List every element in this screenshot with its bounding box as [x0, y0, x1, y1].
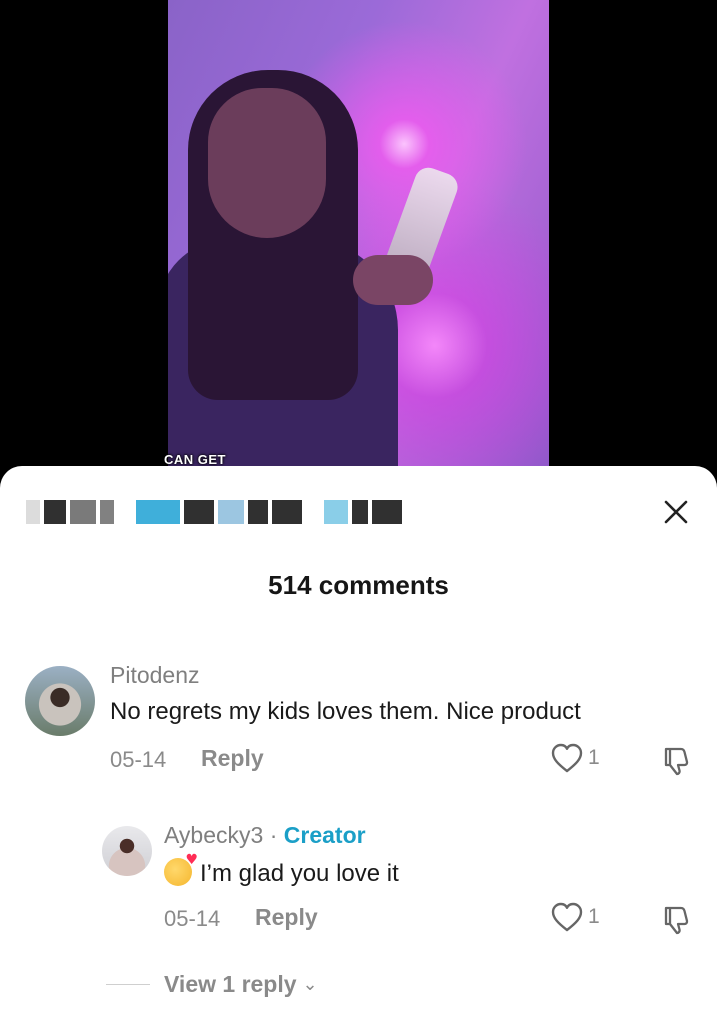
pixel-block	[184, 500, 214, 524]
pixelated-header-strip	[26, 496, 402, 528]
heart-icon	[551, 902, 583, 932]
reply-button[interactable]: Reply	[201, 745, 264, 772]
thumbs-down-icon	[664, 747, 689, 776]
reply-text-line: I’m glad you love it	[164, 852, 399, 888]
creator-badge: Creator	[283, 822, 366, 848]
username-separator: ·	[263, 822, 284, 848]
avatar[interactable]	[25, 666, 95, 736]
avatar[interactable]	[102, 826, 152, 876]
comment-date: 05-14	[110, 747, 167, 772]
pixel-block	[100, 500, 114, 524]
pixel-block	[44, 500, 66, 524]
like-button[interactable]: 1	[550, 901, 600, 933]
pixel-block	[70, 500, 96, 524]
view-replies-label: View 1 reply	[164, 971, 297, 997]
close-icon	[664, 500, 688, 524]
pixel-block	[248, 500, 268, 524]
video-area[interactable]: CAN GET JUST	[0, 0, 717, 482]
pixel-block	[272, 500, 302, 524]
comments-count: 514 comments	[268, 570, 449, 600]
chevron-down-icon: ⌄	[302, 974, 318, 995]
thumbs-down-icon	[664, 906, 689, 935]
dislike-button[interactable]	[659, 743, 693, 777]
comments-sheet: 514 comments Pitodenz No regrets my kids…	[0, 466, 717, 1024]
reply-username-line: Aybecky3 · Creator	[164, 822, 366, 849]
smiling-face-with-hearts-icon	[164, 852, 198, 886]
pixel-block	[26, 500, 40, 524]
heart-icon	[551, 743, 583, 773]
sheet-header	[0, 466, 717, 561]
person-hand	[353, 255, 433, 305]
reply-button[interactable]: Reply	[255, 904, 318, 931]
close-button[interactable]	[660, 496, 692, 528]
reply-date: 05-14	[164, 906, 221, 931]
pixel-block	[218, 500, 244, 524]
divider	[106, 984, 150, 985]
pixel-block	[372, 500, 402, 524]
pixel-block	[136, 500, 180, 524]
comment-username[interactable]: Pitodenz	[110, 662, 200, 689]
reply-text: I’m glad you love it	[200, 860, 399, 887]
pixel-block	[352, 500, 368, 524]
reply-username[interactable]: Aybecky3	[164, 822, 263, 848]
video-frame[interactable]	[168, 0, 549, 480]
dislike-button[interactable]	[659, 902, 693, 936]
view-replies-button[interactable]: View 1 reply ⌄	[106, 971, 318, 998]
like-button[interactable]: 1	[550, 742, 600, 774]
like-count: 1	[588, 905, 600, 928]
like-count: 1	[588, 746, 600, 769]
person-face	[208, 88, 326, 238]
comment-text: No regrets my kids loves them. Nice prod…	[110, 698, 581, 725]
pixel-block	[324, 500, 348, 524]
